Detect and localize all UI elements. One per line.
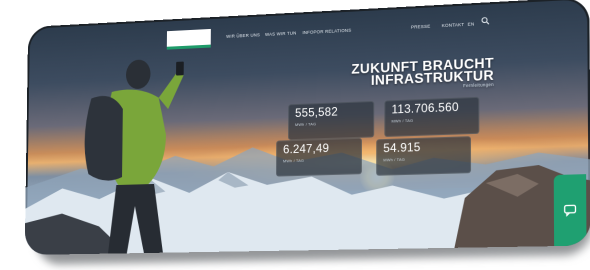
stat-card[interactable]: 113.706.560 MWh / TAG — [384, 97, 479, 137]
site-logo[interactable] — [167, 29, 211, 50]
nav-item-investor-relations[interactable]: INFOPOR RELATIONS — [302, 28, 351, 35]
stat-value: 54.915 — [383, 142, 420, 155]
chat-icon — [564, 204, 577, 217]
stat-card[interactable]: 6.247,49 MWh / TAG — [276, 138, 362, 177]
nav-item-wir-ueber-uns[interactable]: WIR ÜBER UNS — [226, 32, 260, 39]
nav-item-kontakt[interactable]: KONTAKT — [442, 22, 465, 28]
language-switch[interactable]: EN — [468, 21, 475, 26]
nav-item-was-wir-tun[interactable]: WAS WIR TUN — [265, 30, 296, 37]
stat-label: MWh / TAG — [295, 122, 316, 127]
stat-card[interactable]: 555,582 MWh / TAG — [288, 101, 374, 140]
stat-label: MWh / TAG — [283, 159, 304, 164]
hero-headline: ZUKUNFT BRAUCHT INFRASTRUKTUR Fernleitun… — [351, 57, 494, 94]
stat-label: MWh / TAG — [391, 119, 413, 124]
device-frame: WIR ÜBER UNS WAS WIR TUN INFOPOR RELATIO… — [0, 0, 590, 270]
stat-value: 6.247,49 — [283, 143, 329, 157]
side-action-tab[interactable] — [554, 174, 587, 254]
stat-value: 113.706.560 — [391, 102, 458, 117]
stat-value: 555,582 — [295, 106, 338, 120]
nav-item-presse[interactable]: PRESSE — [411, 24, 430, 30]
website-screen: WIR ÜBER UNS WAS WIR TUN INFOPOR RELATIO… — [25, 0, 590, 255]
stat-label: MWh / TAG — [383, 158, 405, 163]
search-icon[interactable] — [481, 17, 489, 26]
stat-card[interactable]: 54.915 MWh / TAG — [376, 136, 471, 176]
